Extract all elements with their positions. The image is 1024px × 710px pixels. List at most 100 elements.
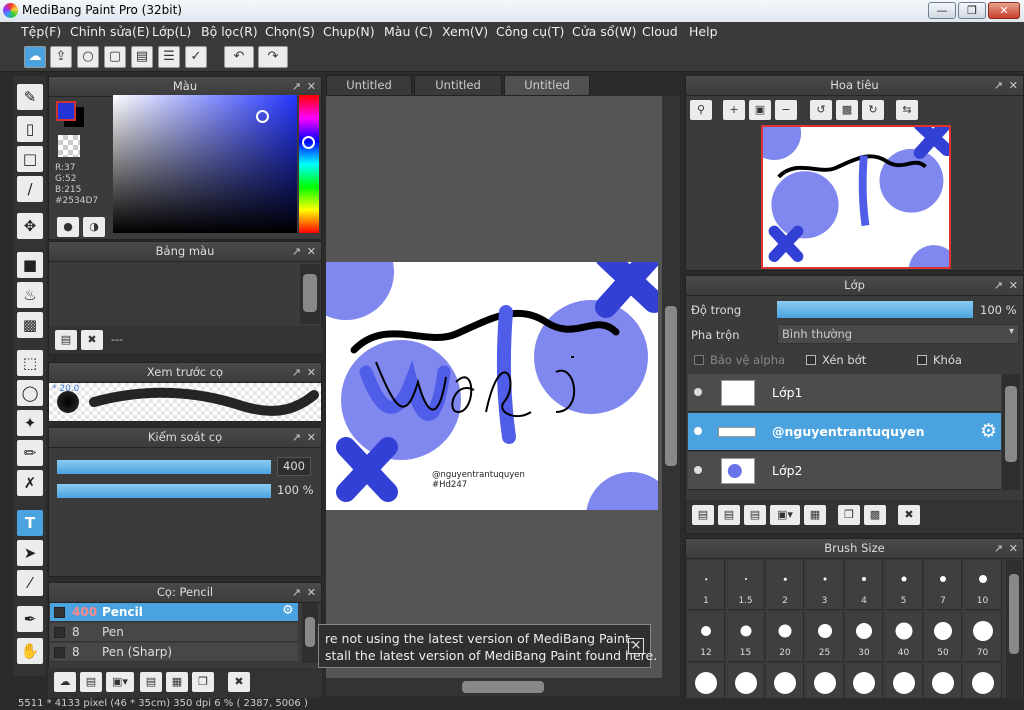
hue-cursor[interactable] <box>302 136 315 149</box>
canvas-h-scroll-thumb[interactable] <box>462 681 544 693</box>
new-halftone-layer-icon[interactable]: ▤ <box>744 505 766 525</box>
duplicate-layer-icon[interactable]: ❐ <box>838 505 860 525</box>
brush-size-cell[interactable]: 70 <box>964 612 1002 662</box>
close-window-button[interactable]: ✕ <box>988 2 1020 19</box>
brush-size-cell[interactable]: 7 <box>925 560 962 610</box>
close-icon[interactable]: ✕ <box>1009 276 1018 295</box>
hand-tool-icon[interactable]: ✋ <box>17 638 43 664</box>
menu-window[interactable]: Cửa sổ(W) <box>572 24 637 39</box>
notice-close-icon[interactable]: × <box>628 638 644 654</box>
brush-size-cell[interactable]: 15 <box>727 612 765 662</box>
brush-opacity-slider[interactable] <box>57 484 271 498</box>
layer-row[interactable]: Lớp2 <box>688 452 1001 490</box>
canvas-v-scroll-thumb[interactable] <box>665 306 677 466</box>
palette-scrollbar[interactable] <box>300 264 320 324</box>
menu-snap[interactable]: Chụp(N) <box>323 24 375 39</box>
comment-icon[interactable]: ○ <box>77 46 99 68</box>
eraser-tool-icon[interactable]: ▯ <box>17 116 43 142</box>
saturation-value-picker[interactable] <box>113 95 297 233</box>
brush-size-cell[interactable]: 1 <box>688 560 725 610</box>
new-layer-options-icon[interactable]: ▤ <box>718 505 740 525</box>
menu-view[interactable]: Xem(V) <box>442 24 488 39</box>
close-icon[interactable]: ✕ <box>1009 76 1018 95</box>
transparent-color-swatch[interactable] <box>58 135 80 157</box>
zoom-in-icon[interactable]: + <box>723 100 745 120</box>
brush-size-cell[interactable]: 30 <box>846 612 883 662</box>
clipping-checkbox[interactable] <box>806 355 816 365</box>
blend-mode-select[interactable]: Bình thường ▾ <box>777 324 1019 344</box>
layer-scrollbar[interactable] <box>1002 374 1020 490</box>
brush-size-scroll-thumb[interactable] <box>1009 574 1019 654</box>
brush-folder-icon[interactable]: ▦ <box>166 672 188 692</box>
undo-icon[interactable]: ↶ <box>224 46 254 68</box>
palette-scroll-thumb[interactable] <box>303 274 317 312</box>
fit-window-icon[interactable]: ▣ <box>749 100 771 120</box>
canvas-vertical-scrollbar[interactable] <box>662 96 680 678</box>
close-icon[interactable]: ✕ <box>307 583 316 602</box>
brush-tool-icon[interactable]: ✎ <box>17 84 43 110</box>
menu-file[interactable]: Tệp(F) <box>21 24 61 39</box>
layer-row[interactable]: Lớp1 <box>688 374 1001 412</box>
delete-palette-icon[interactable]: ✖ <box>81 330 103 350</box>
color-mode-icon[interactable]: ● <box>57 217 79 237</box>
popout-icon[interactable]: ↗ <box>994 276 1003 295</box>
magic-wand-tool-icon[interactable]: ✦ <box>17 410 43 436</box>
close-icon[interactable]: ✕ <box>307 363 316 382</box>
brush-settings-gear-icon[interactable]: ⚙ <box>282 603 294 618</box>
cloud-brush-icon[interactable]: ☁ <box>54 672 76 692</box>
color-settings-icon[interactable]: ◑ <box>83 217 105 237</box>
artwork-canvas[interactable]: @nguyentrantuquyen #Hd247 <box>326 262 658 510</box>
select-eraser-tool-icon[interactable]: ✗ <box>17 470 43 496</box>
menu-filter[interactable]: Bộ lọc(R) <box>201 24 258 39</box>
list-icon[interactable]: ☰ <box>158 46 180 68</box>
new-layer-icon[interactable]: ▤ <box>692 505 714 525</box>
popout-icon[interactable]: ↗ <box>994 539 1003 558</box>
actual-size-icon[interactable]: ▩ <box>836 100 858 120</box>
cloud-icon[interactable]: ☁ <box>24 46 46 68</box>
popout-icon[interactable]: ↗ <box>994 76 1003 95</box>
menu-help[interactable]: Help <box>689 24 718 39</box>
navigator-preview[interactable] <box>761 125 951 269</box>
layer-scroll-thumb[interactable] <box>1005 386 1017 462</box>
document-tab[interactable]: Untitled <box>326 75 412 96</box>
close-icon[interactable]: ✕ <box>307 428 316 447</box>
lock-checkbox[interactable] <box>917 355 927 365</box>
document-tab-active[interactable]: Untitled <box>504 75 590 96</box>
menu-cloud[interactable]: Cloud <box>642 24 678 39</box>
menu-select[interactable]: Chọn(S) <box>265 24 315 39</box>
document-icon[interactable]: ▤ <box>131 46 153 68</box>
rotate-left-icon[interactable]: ↺ <box>810 100 832 120</box>
rotate-right-icon[interactable]: ↻ <box>862 100 884 120</box>
message-icon[interactable]: ▢ <box>104 46 126 68</box>
protect-alpha-checkbox[interactable] <box>694 355 704 365</box>
layer-visibility-icon[interactable] <box>694 427 702 435</box>
brush-size-cell[interactable]: 2 <box>767 560 804 610</box>
brush-size-cell[interactable]: 40 <box>885 612 923 662</box>
gradient-tool-icon[interactable]: ▩ <box>17 312 43 338</box>
brush-size-cell[interactable]: 20 <box>767 612 804 662</box>
close-icon[interactable]: ✕ <box>307 77 316 96</box>
brush-size-cell[interactable]: 50 <box>925 612 962 662</box>
brush-size-slider[interactable] <box>57 460 271 474</box>
duplicate-brush-icon[interactable]: ❐ <box>192 672 214 692</box>
canvas-horizontal-scrollbar[interactable] <box>326 678 680 696</box>
menu-color[interactable]: Màu (C) <box>384 24 433 39</box>
zoom-icon[interactable]: ⚲ <box>690 100 712 120</box>
frame-divide-tool-icon[interactable]: ⁄ <box>17 570 43 596</box>
brush-type-dropdown-icon[interactable]: ▣▾ <box>106 672 134 692</box>
delete-brush-icon[interactable]: ✖ <box>228 672 250 692</box>
primary-color-swatch[interactable] <box>56 101 76 121</box>
layer-add-dropdown-icon[interactable]: ▣▾ <box>770 505 800 525</box>
brush-size-cell[interactable]: 25 <box>806 612 844 662</box>
minimize-button[interactable]: — <box>928 2 956 19</box>
layer-row-selected[interactable]: @nguyentrantuquyen ⚙ <box>688 413 1001 451</box>
brush-item[interactable]: 400 Pencil ⚙ <box>50 603 298 622</box>
lasso-tool-icon[interactable]: ◯ <box>17 380 43 406</box>
brush-size-cell[interactable]: 10 <box>964 560 1002 610</box>
layer-visibility-icon[interactable] <box>694 466 702 474</box>
popout-icon[interactable]: ↗ <box>292 77 301 96</box>
brush-size-cell[interactable]: 4 <box>846 560 883 610</box>
shape-tool-icon[interactable]: □ <box>17 146 43 172</box>
document-tab[interactable]: Untitled <box>414 75 502 96</box>
brush-size-cell[interactable]: 5 <box>885 560 923 610</box>
